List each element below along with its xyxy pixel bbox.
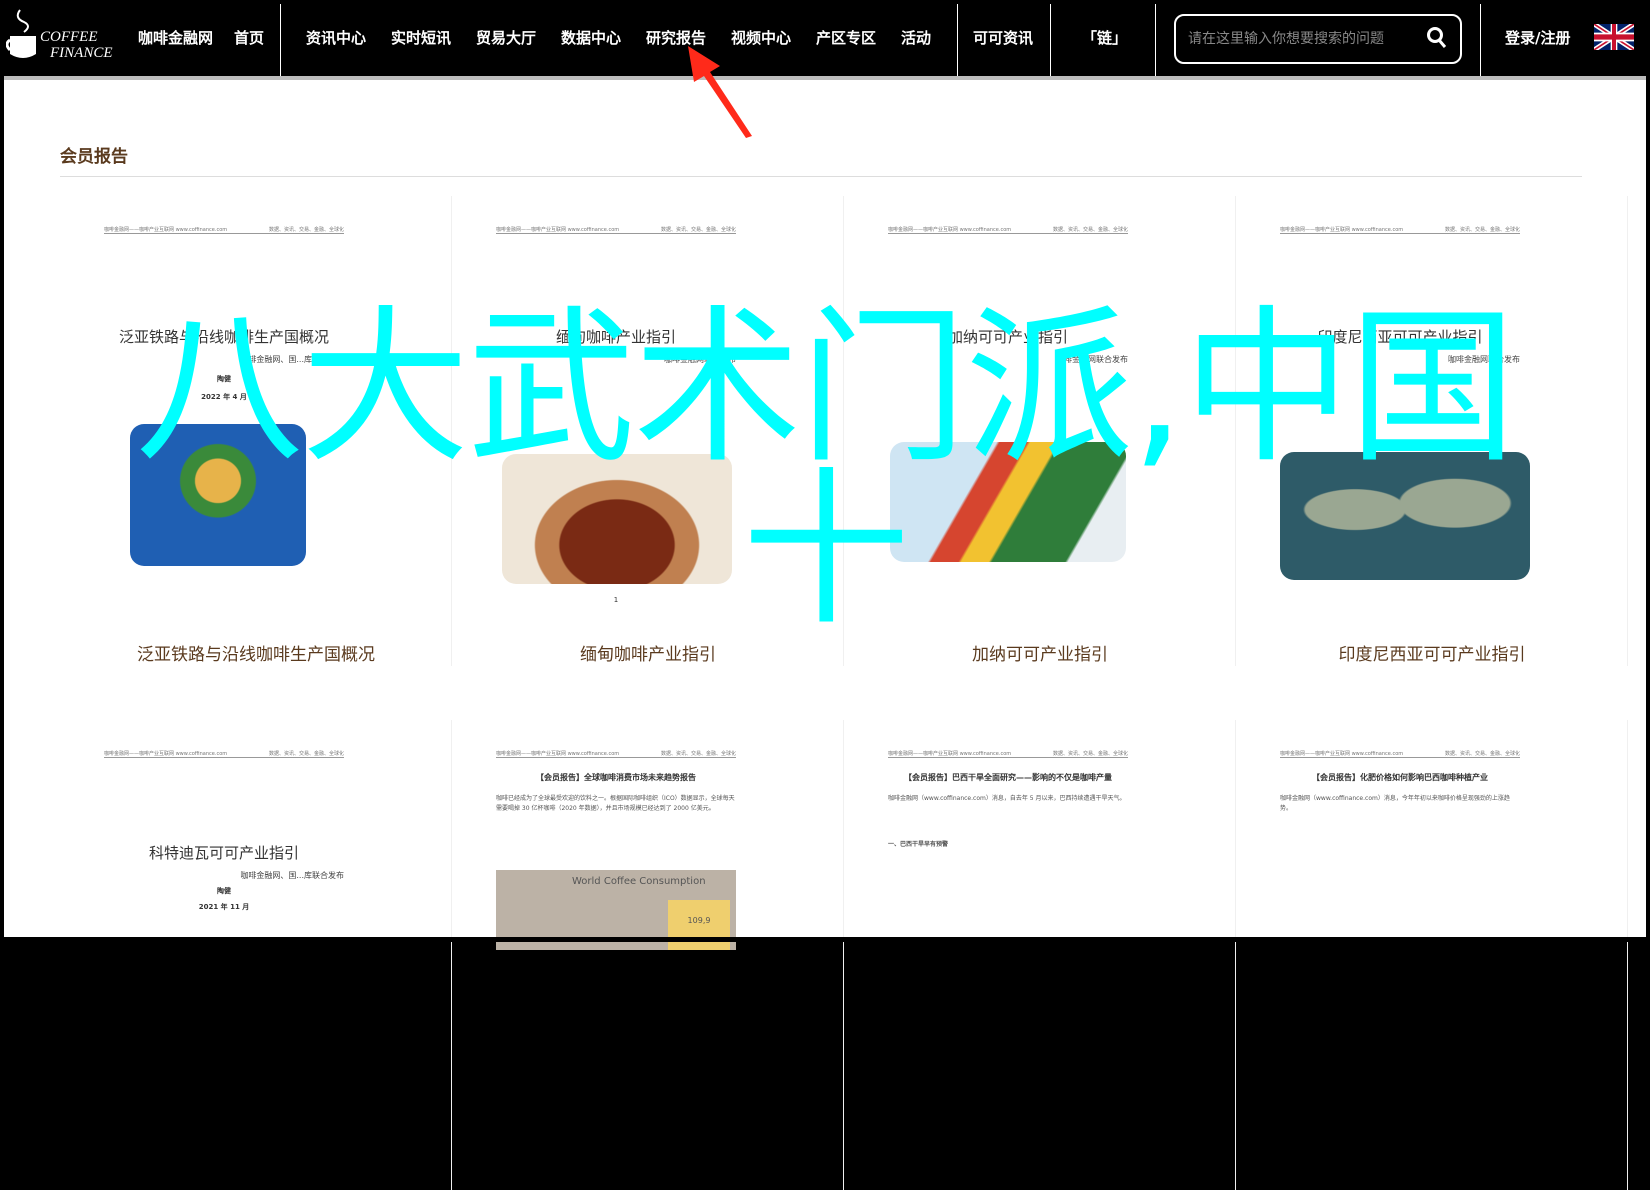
report-caption[interactable]: 泛亚铁路与沿线咖啡生产国概况 [60,640,452,665]
doc-header: 咖啡金融网——咖啡产业互联网 www.coffinance.com 数据、资讯、交… [496,227,736,234]
nav-item-data[interactable]: 数据中心 [561,27,621,48]
divider [280,4,281,76]
doc-heading: 一、巴西干旱早有预警 [888,841,949,848]
doc-header: 咖啡金融网——咖啡产业互联网 www.coffinance.com 数据、资讯、交… [104,751,344,758]
nav-item-news[interactable]: 资讯中心 [306,27,366,48]
divider [957,4,958,76]
search-icon[interactable] [1426,26,1448,50]
doc-title: 泛亚铁路与沿线咖啡生产国概况 [118,328,329,346]
search-box [1174,14,1462,64]
nav-item-cocoa[interactable]: 可可资讯 [973,27,1033,48]
divider [1155,4,1156,76]
doc-header: 咖啡金融网——咖啡产业互联网 www.coffinance.com 数据、资讯、交… [496,751,736,758]
report-thumbnail[interactable]: 咖啡金融网——咖啡产业互联网 www.coffinance.com 数据、资讯、交… [496,226,796,626]
doc-header: 咖啡金融网——咖啡产业互联网 www.coffinance.com 数据、资讯、交… [104,227,344,234]
report-card[interactable]: 咖啡金融网——咖啡产业互联网 www.coffinance.com 数据、资讯、交… [1236,196,1628,666]
main-content: 会员报告 咖啡金融网——咖啡产业互联网 www.coffinance.com 数据… [4,76,1646,1190]
doc-title: 【会员报告】化肥价格如何影响巴西咖啡种植产业 [1312,773,1488,782]
chart-bar: 109,9 [668,900,730,950]
red-arrow-annotation [688,46,752,138]
report-card[interactable]: 咖啡金融网——咖啡产业互联网 www.coffinance.com 数据、资讯、交… [60,196,452,666]
doc-subtitle: 咖啡金融网联合发布 [1056,355,1128,364]
section-title: 会员报告 [60,147,128,167]
report-caption[interactable]: 加纳可可产业指引 [844,640,1236,665]
report-thumbnail[interactable]: 咖啡金融网——咖啡产业互联网 www.coffinance.com 数据、资讯、交… [888,750,1188,1150]
logo[interactable]: COFFEE FINANCE [6,8,126,66]
doc-paragraph: 咖啡已经成为了全球最受欢迎的饮料之一。根据国际咖啡组织（ICO）数据显示，全球每… [496,795,735,812]
report-thumbnail[interactable]: 咖啡金融网——咖啡产业互联网 www.coffinance.com 数据、资讯、交… [104,226,404,626]
divider [1050,4,1051,76]
doc-title: 科特迪瓦可可产业指引 [148,844,299,862]
search-input[interactable] [1188,28,1418,50]
uk-flag-icon[interactable] [1594,24,1634,50]
report-card[interactable]: 咖啡金融网——咖啡产业互联网 www.coffinance.com 数据、资讯、交… [452,196,844,666]
nav-item-flash[interactable]: 实时短讯 [391,27,451,48]
nav-item-trade[interactable]: 贸易大厅 [476,27,536,48]
report-thumbnail[interactable]: 咖啡金融网——咖啡产业互联网 www.coffinance.com 数据、资讯、交… [496,750,796,1150]
doc-author: 陶健 [217,375,231,383]
nav-item-chain[interactable]: 「链」 [1082,27,1127,48]
doc-header: 咖啡金融网——咖啡产业互联网 www.coffinance.com 数据、资讯、交… [888,227,1128,234]
doc-title: 印度尼西亚可可产业指引 [1317,328,1483,346]
coffee-cup-icon [6,9,36,58]
divider [60,176,1582,177]
doc-date: 2021 年 11 月 [198,903,250,911]
nav-item-events[interactable]: 活动 [901,27,931,48]
login-register-link[interactable]: 登录/注册 [1505,27,1570,48]
report-thumbnail[interactable]: 咖啡金融网——咖啡产业互联网 www.coffinance.com 数据、资讯、交… [1280,226,1580,626]
doc-paragraph: 咖啡金融网（www.coffinance.com）消息，今年年初以来咖啡价格呈现… [1280,795,1510,812]
report-card[interactable]: 咖啡金融网——咖啡产业互联网 www.coffinance.com 数据、资讯、交… [60,720,452,1190]
doc-title: 缅甸咖啡产业指引 [555,328,676,346]
doc-subtitle: 咖啡金融网联合发布 [1448,355,1520,364]
nav-item-regions[interactable]: 产区专区 [816,27,876,48]
doc-title: 【会员报告】全球咖啡消费市场未来趋势报告 [536,773,696,782]
report-card[interactable]: 咖啡金融网——咖啡产业互联网 www.coffinance.com 数据、资讯、交… [452,720,844,1190]
doc-title: 加纳可可产业指引 [947,328,1068,346]
world-map-image [1280,452,1530,580]
report-thumbnail[interactable]: 咖啡金融网——咖啡产业互联网 www.coffinance.com 数据、资讯、交… [1280,750,1580,1150]
doc-subtitle: 咖啡金融网联合发布 [664,355,736,364]
report-caption[interactable]: 印度尼西亚可可产业指引 [1236,640,1628,665]
report-caption[interactable]: 缅甸咖啡产业指引 [452,640,844,665]
doc-header: 咖啡金融网——咖啡产业互联网 www.coffinance.com 数据、资讯、交… [888,751,1128,758]
report-thumbnail[interactable]: 咖啡金融网——咖啡产业互联网 www.coffinance.com 数据、资讯、交… [104,750,404,1150]
doc-subtitle: 咖啡金融网、国...库联合发布 [240,355,344,364]
ghana-flag-map-image [890,442,1126,562]
doc-author: 陶健 [217,887,231,895]
divider [1480,4,1481,76]
report-card[interactable]: 咖啡金融网——咖啡产业互联网 www.coffinance.com 数据、资讯、交… [844,196,1236,666]
top-nav: COFFEE FINANCE 咖啡金融网 首页 资讯中心 实时短讯 贸易大厅 数… [0,0,1650,76]
doc-paragraph: 咖啡金融网（www.coffinance.com）消息，自去年 5 月以来，巴西… [888,795,1126,802]
doc-title: 【会员报告】巴西干旱全面研究——影响的不仅是咖啡产量 [904,773,1112,782]
southeast-asia-map-image [130,424,306,566]
nav-site-name[interactable]: 咖啡金融网 [138,27,213,48]
report-card[interactable]: 咖啡金融网——咖啡产业互联网 www.coffinance.com 数据、资讯、交… [1236,720,1628,1190]
report-card[interactable]: 咖啡金融网——咖啡产业互联网 www.coffinance.com 数据、资讯、交… [844,720,1236,1190]
doc-date: 2022 年 4 月 [201,393,247,401]
coffee-beans-image [502,454,732,584]
report-thumbnail[interactable]: 咖啡金融网——咖啡产业互联网 www.coffinance.com 数据、资讯、交… [888,226,1188,626]
doc-subtitle: 咖啡金融网、国...库联合发布 [240,871,344,880]
nav-home[interactable]: 首页 [234,27,264,48]
bottom-bar [0,937,1650,942]
doc-header: 咖啡金融网——咖啡产业互联网 www.coffinance.com 数据、资讯、交… [1280,751,1520,758]
doc-page-number: 1 [613,596,619,604]
doc-header: 咖啡金融网——咖啡产业互联网 www.coffinance.com 数据、资讯、交… [1280,227,1520,234]
